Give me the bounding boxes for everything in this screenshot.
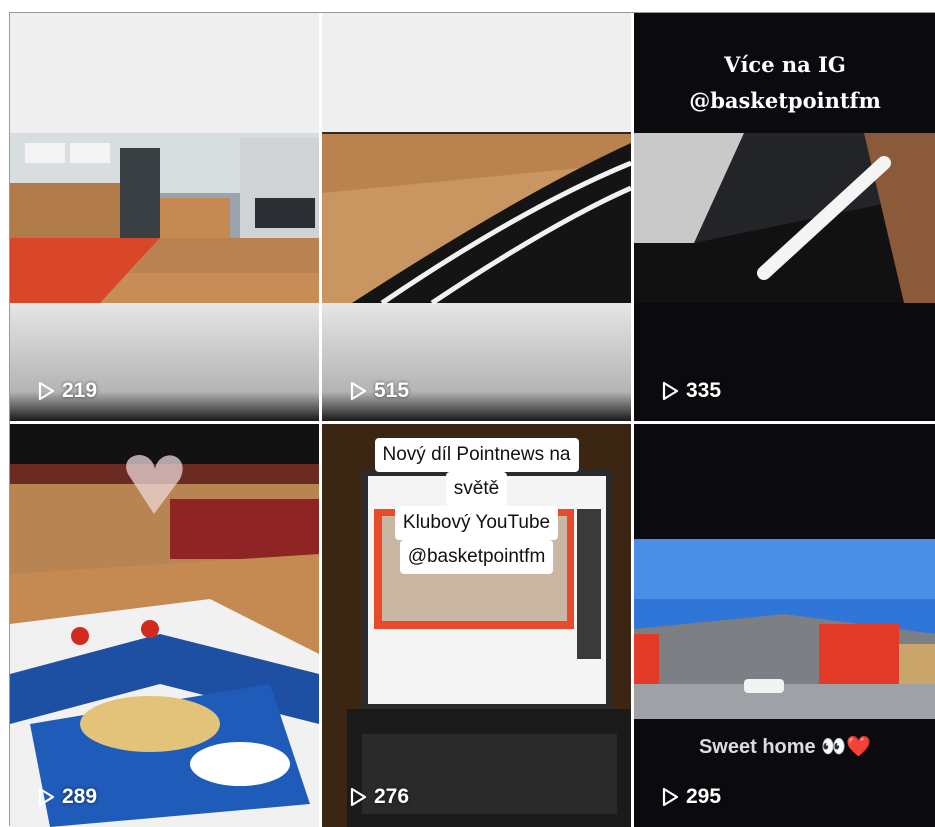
play-outline-icon <box>662 381 679 401</box>
view-count: 289 <box>36 785 97 809</box>
view-count: 295 <box>660 785 721 809</box>
video-tile[interactable]: Sweet home 👀❤️ 295 <box>634 424 935 827</box>
video-tile[interactable]: Nový díl Pointnews na světě Klubový YouT… <box>322 424 631 827</box>
play-outline-icon <box>350 381 367 401</box>
view-count: 276 <box>348 785 409 809</box>
view-count-value: 276 <box>374 785 410 808</box>
view-count: 219 <box>36 379 97 403</box>
play-outline-icon <box>350 787 367 807</box>
video-tile[interactable]: 219 <box>10 13 319 421</box>
view-count-value: 335 <box>686 379 722 402</box>
play-outline-icon <box>662 787 679 807</box>
view-count-value: 219 <box>62 379 98 402</box>
caption-line: @basketpointfm <box>689 88 881 113</box>
view-count-value: 289 <box>62 785 98 808</box>
video-grid: 219 515 Více na IG @basketpointfm 335 28… <box>9 12 935 827</box>
video-tile[interactable]: 289 <box>10 424 319 827</box>
video-tile[interactable]: Více na IG @basketpointfm 335 <box>634 13 935 421</box>
caption-line: @basketpointfm <box>399 540 554 574</box>
caption-line: Nový díl Pointnews na <box>374 438 579 472</box>
caption-line: světě <box>445 472 508 506</box>
caption-line: Více na IG <box>724 52 846 77</box>
video-thumbnail <box>322 13 631 421</box>
play-outline-icon <box>38 381 55 401</box>
video-caption: Více na IG @basketpointfm <box>634 47 935 119</box>
caption-line: Klubový YouTube <box>394 506 559 540</box>
view-count: 515 <box>348 379 409 403</box>
video-caption: Nový díl Pointnews na světě Klubový YouT… <box>322 438 631 574</box>
video-thumbnail <box>10 424 319 827</box>
view-count-value: 295 <box>686 785 722 808</box>
video-thumbnail <box>10 13 319 421</box>
view-count: 335 <box>660 379 721 403</box>
video-caption: Sweet home 👀❤️ <box>698 736 872 758</box>
video-thumbnail <box>634 424 935 827</box>
play-outline-icon <box>38 787 55 807</box>
video-tile[interactable]: 515 <box>322 13 631 421</box>
view-count-value: 515 <box>374 379 410 402</box>
